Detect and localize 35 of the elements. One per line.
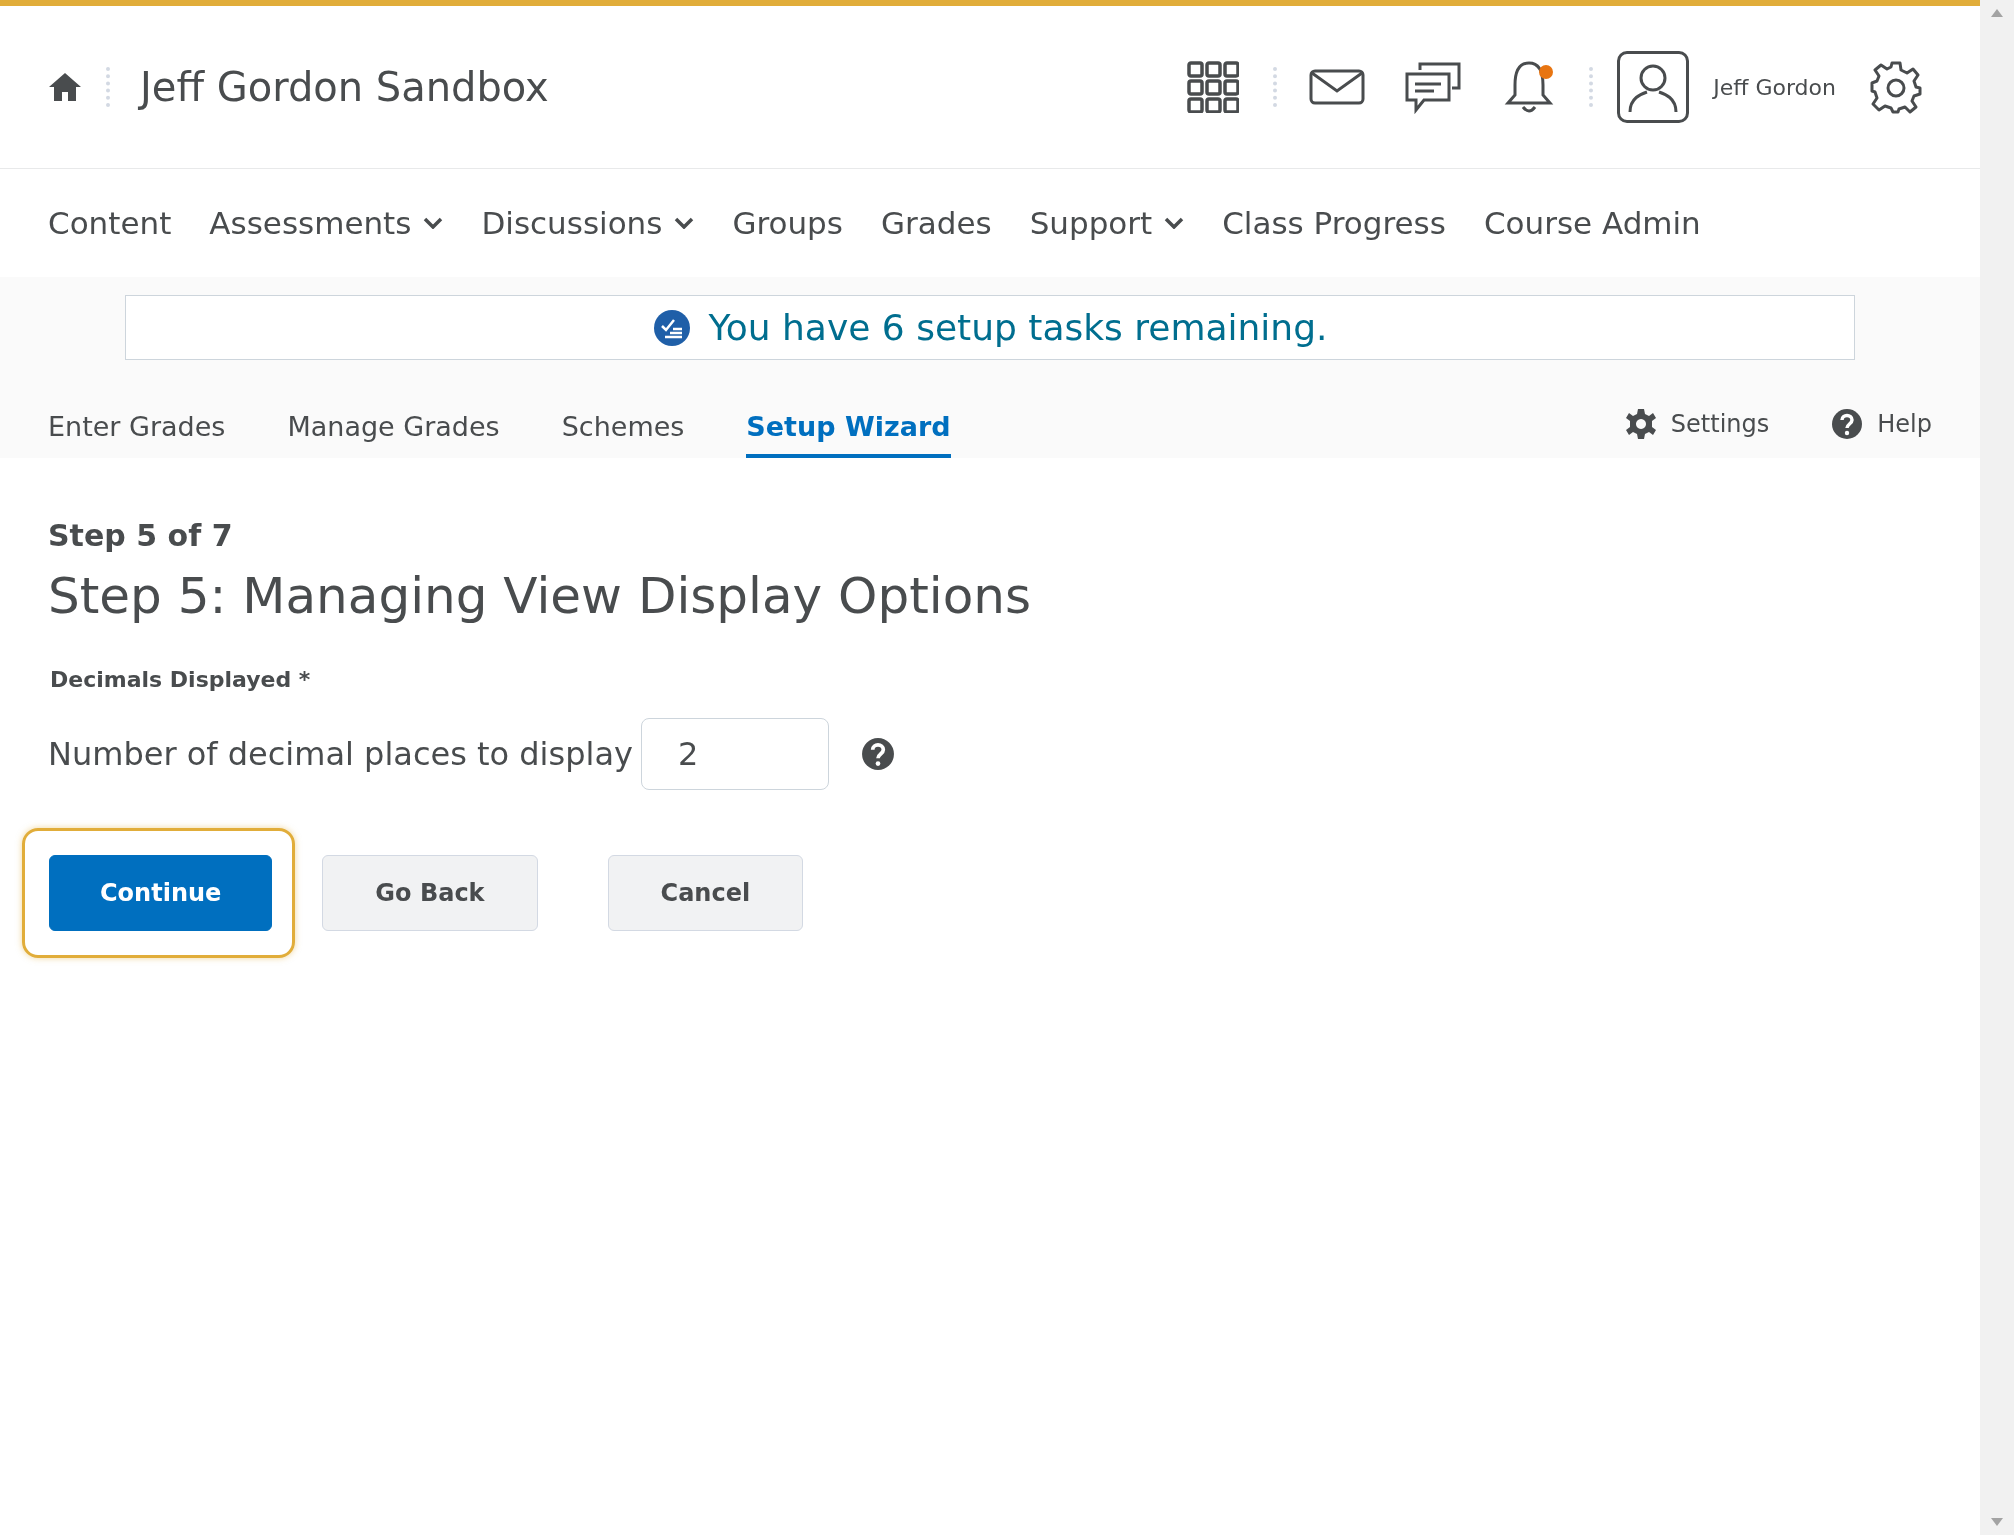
notification-bell-icon[interactable] xyxy=(1504,59,1555,115)
setup-tasks-link[interactable]: You have 6 setup tasks remaining. xyxy=(708,307,1328,348)
help-icon xyxy=(1831,408,1864,440)
page-heading: Step 5: Managing View Display Options xyxy=(48,567,1032,625)
nav-menu-item[interactable]: Content xyxy=(48,205,172,241)
gear-icon xyxy=(1624,408,1657,440)
chevron-down-icon xyxy=(674,217,695,229)
tab[interactable]: Enter Grades xyxy=(48,411,226,458)
nav-menu-item[interactable]: Course Admin xyxy=(1483,205,1701,241)
nav-menu-item[interactable]: Grades xyxy=(880,205,992,241)
chevron-down-icon xyxy=(423,217,444,229)
nav-menu-item[interactable]: Support xyxy=(1029,205,1185,241)
user-avatar-icon[interactable] xyxy=(1617,51,1690,123)
form-button[interactable]: Continue xyxy=(49,855,273,931)
course-title[interactable]: Jeff Gordon Sandbox xyxy=(140,64,549,110)
nav-menu-item[interactable]: Groups xyxy=(732,205,843,241)
field-label: Number of decimal places to display xyxy=(48,735,633,773)
nav-menu-item[interactable]: Discussions xyxy=(481,205,695,241)
step-counter: Step 5 of 7 xyxy=(48,518,234,553)
form-button[interactable]: Go Back xyxy=(322,855,538,931)
form-button[interactable]: Cancel xyxy=(607,855,804,931)
tab[interactable]: Manage Grades xyxy=(287,411,500,458)
help-icon[interactable] xyxy=(860,737,895,771)
tab[interactable]: Schemes xyxy=(561,411,685,458)
settings-link[interactable]: Settings xyxy=(1624,408,1770,458)
help-link[interactable]: Help xyxy=(1831,408,1932,458)
chevron-down-icon xyxy=(1164,217,1185,229)
tab[interactable]: Setup Wizard xyxy=(746,411,951,458)
checklist-icon xyxy=(652,308,691,347)
decimal-places-input[interactable]: 2 xyxy=(640,718,829,790)
home-icon[interactable] xyxy=(48,72,82,102)
nav-menu-item[interactable]: Class Progress xyxy=(1222,205,1446,241)
nav-menu-item[interactable]: Assessments xyxy=(209,205,444,241)
user-name[interactable]: Jeff Gordon xyxy=(1713,74,1836,100)
section-label: Decimals Displayed * xyxy=(50,667,312,692)
